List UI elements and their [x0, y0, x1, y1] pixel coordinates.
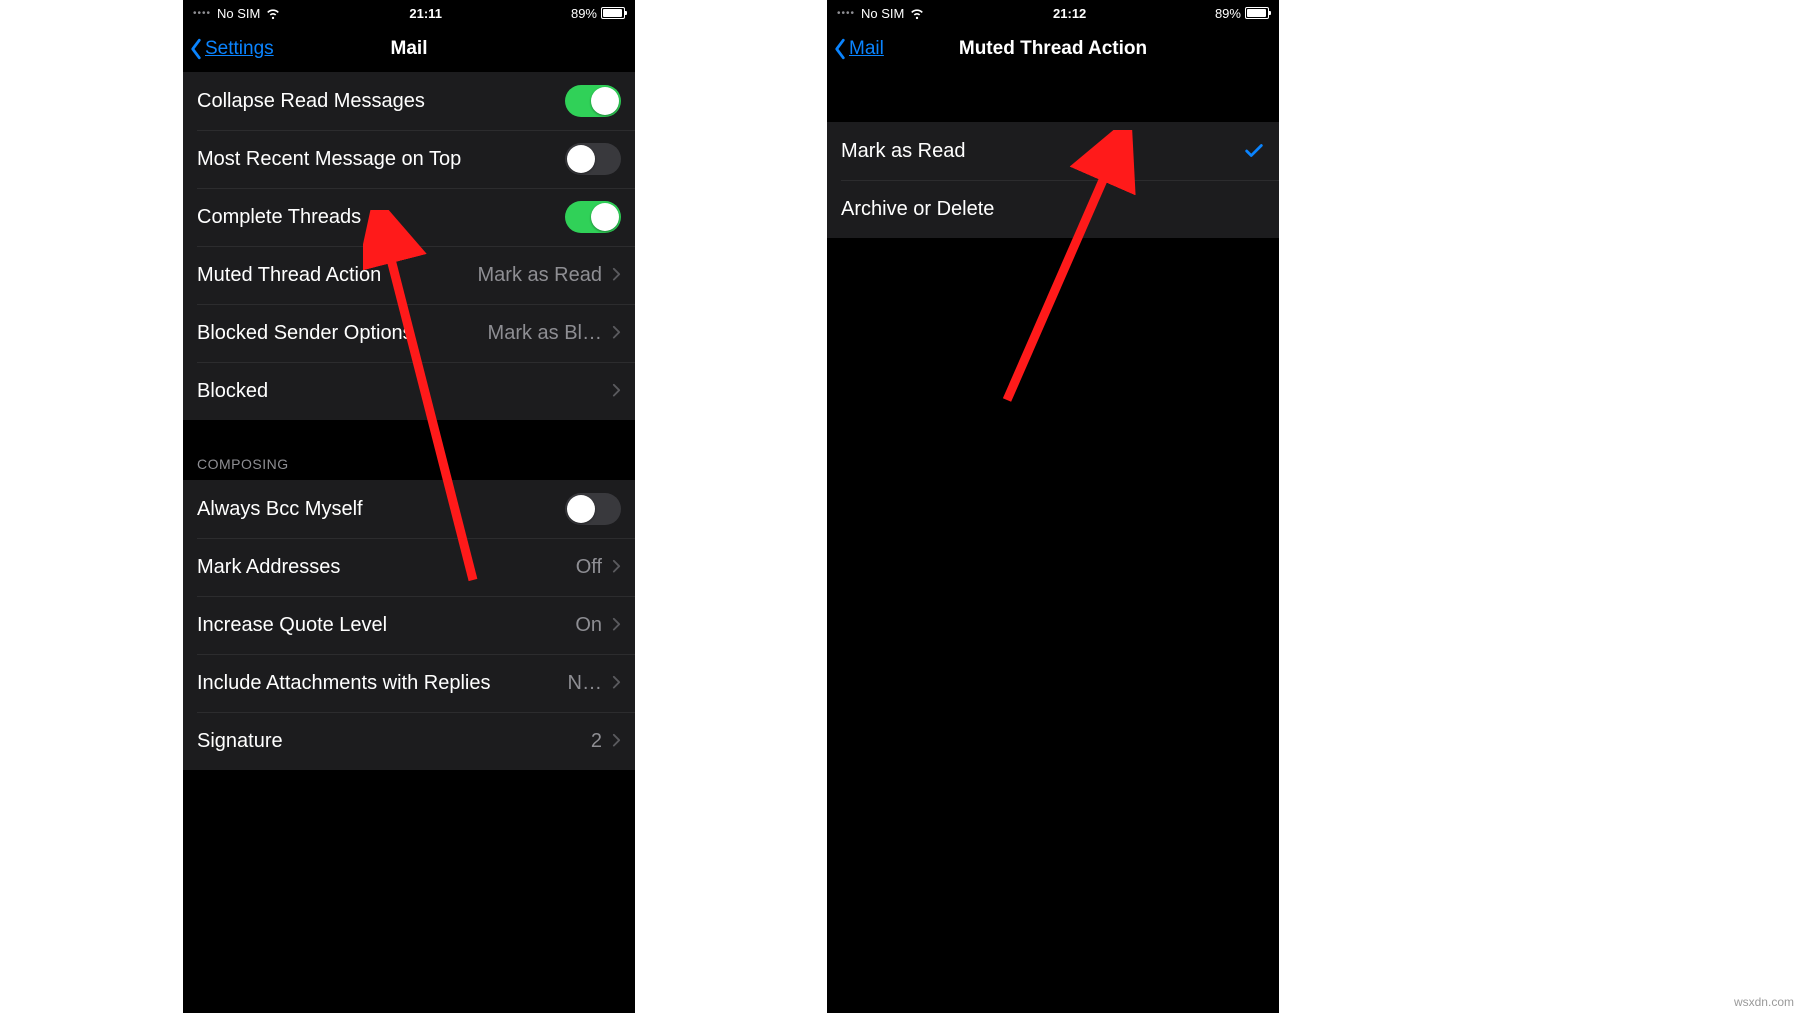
row-include-attachments[interactable]: Include Attachments with Replies N…: [183, 654, 635, 712]
row-label: Mark as Read: [841, 140, 1243, 163]
battery-percent: 89%: [571, 6, 597, 21]
chevron-right-icon: [612, 559, 621, 575]
row-complete-threads[interactable]: Complete Threads: [183, 188, 635, 246]
row-value: On: [575, 614, 602, 637]
row-label: Signature: [197, 730, 591, 753]
section-header-composing: Composing: [183, 420, 635, 480]
status-bar: •••• No SIM 21:12 89%: [827, 0, 1279, 26]
row-increase-quote-level[interactable]: Increase Quote Level On: [183, 596, 635, 654]
row-value: Off: [576, 556, 602, 579]
status-time: 21:11: [409, 6, 442, 21]
signal-dots-icon: ••••: [837, 8, 855, 19]
watermark: wsxdn.com: [1734, 995, 1794, 1009]
row-label: Archive or Delete: [841, 198, 1265, 221]
status-left: •••• No SIM: [193, 6, 280, 21]
row-blocked-sender-options[interactable]: Blocked Sender Options Mark as Bl…: [183, 304, 635, 362]
toggle[interactable]: [565, 143, 621, 175]
row-label: Blocked: [197, 380, 602, 403]
group-threading: Collapse Read Messages Most Recent Messa…: [183, 72, 635, 420]
battery-icon: [1245, 7, 1269, 19]
status-right: 89%: [571, 6, 625, 21]
status-right: 89%: [1215, 6, 1269, 21]
toggle[interactable]: [565, 85, 621, 117]
spacer: [827, 72, 1279, 122]
carrier-label: No SIM: [861, 6, 904, 21]
group-composing: Always Bcc Myself Mark Addresses Off Inc…: [183, 480, 635, 770]
status-bar: •••• No SIM 21:11 89%: [183, 0, 635, 26]
row-label: Muted Thread Action: [197, 264, 478, 287]
phone-left: •••• No SIM 21:11 89% Settings Mail Coll…: [183, 0, 635, 1013]
wifi-icon: [266, 6, 280, 20]
row-value: Mark as Read: [478, 264, 603, 287]
row-value: 2: [591, 730, 602, 753]
chevron-left-icon: [833, 38, 847, 60]
checkmark-icon: [1243, 140, 1265, 162]
row-label: Increase Quote Level: [197, 614, 575, 637]
group-options: Mark as Read Archive or Delete: [827, 122, 1279, 238]
page-title: Mail: [391, 38, 428, 60]
chevron-right-icon: [612, 383, 621, 399]
row-label: Always Bcc Myself: [197, 498, 565, 521]
nav-bar: Mail Muted Thread Action: [827, 26, 1279, 72]
phone-right: •••• No SIM 21:12 89% Mail Muted Thread …: [827, 0, 1279, 1013]
row-label: Mark Addresses: [197, 556, 576, 579]
chevron-right-icon: [612, 617, 621, 633]
chevron-left-icon: [189, 38, 203, 60]
row-label: Most Recent Message on Top: [197, 148, 565, 171]
back-button[interactable]: Settings: [189, 26, 274, 72]
option-archive-or-delete[interactable]: Archive or Delete: [827, 180, 1279, 238]
row-mark-addresses[interactable]: Mark Addresses Off: [183, 538, 635, 596]
status-time: 21:12: [1053, 6, 1086, 21]
toggle[interactable]: [565, 201, 621, 233]
back-button[interactable]: Mail: [833, 26, 884, 72]
chevron-right-icon: [612, 267, 621, 283]
row-collapse-read-messages[interactable]: Collapse Read Messages: [183, 72, 635, 130]
back-label: Settings: [205, 38, 274, 60]
row-value: Mark as Bl…: [488, 322, 602, 345]
row-label: Include Attachments with Replies: [197, 672, 568, 695]
row-label: Collapse Read Messages: [197, 90, 565, 113]
battery-percent: 89%: [1215, 6, 1241, 21]
option-mark-as-read[interactable]: Mark as Read: [827, 122, 1279, 180]
row-blocked[interactable]: Blocked: [183, 362, 635, 420]
row-always-bcc-myself[interactable]: Always Bcc Myself: [183, 480, 635, 538]
back-label: Mail: [849, 38, 884, 60]
toggle[interactable]: [565, 493, 621, 525]
row-label: Blocked Sender Options: [197, 322, 488, 345]
row-muted-thread-action[interactable]: Muted Thread Action Mark as Read: [183, 246, 635, 304]
row-value: N…: [568, 672, 602, 695]
carrier-label: No SIM: [217, 6, 260, 21]
row-most-recent-on-top[interactable]: Most Recent Message on Top: [183, 130, 635, 188]
nav-bar: Settings Mail: [183, 26, 635, 72]
row-signature[interactable]: Signature 2: [183, 712, 635, 770]
chevron-right-icon: [612, 325, 621, 341]
signal-dots-icon: ••••: [193, 8, 211, 19]
row-label: Complete Threads: [197, 206, 565, 229]
wifi-icon: [910, 6, 924, 20]
chevron-right-icon: [612, 733, 621, 749]
page-title: Muted Thread Action: [959, 38, 1147, 60]
status-left: •••• No SIM: [837, 6, 924, 21]
battery-icon: [601, 7, 625, 19]
chevron-right-icon: [612, 675, 621, 691]
